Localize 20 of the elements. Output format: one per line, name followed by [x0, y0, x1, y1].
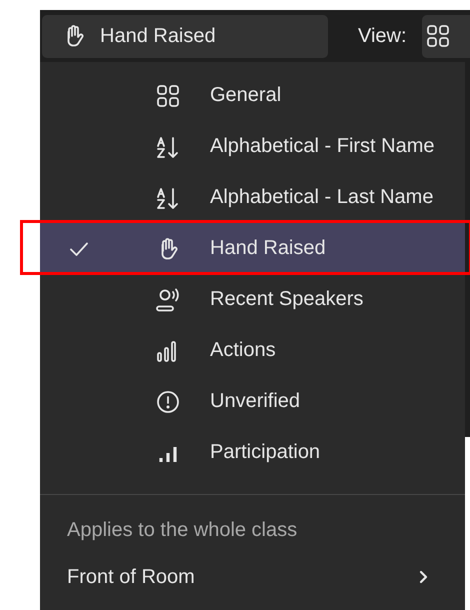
chevron-right-icon: [418, 569, 430, 585]
section-label: Applies to the whole class: [66, 518, 298, 542]
menu-item[interactable]: Hand Raised: [40, 223, 465, 274]
menu-item[interactable]: Actions: [40, 325, 465, 376]
sort-az-icon: [156, 134, 180, 158]
menu-item[interactable]: Recent Speakers: [40, 274, 465, 325]
exclamation-circle-icon: [156, 390, 180, 414]
submenu-item[interactable]: Front of Room: [67, 562, 430, 592]
grid-icon: [156, 84, 180, 108]
menu-item[interactable]: General: [40, 70, 465, 121]
menu-item[interactable]: Unverified: [40, 376, 465, 427]
menu-item[interactable]: Alphabetical - Last Name: [40, 172, 465, 223]
menu-item[interactable]: Participation: [40, 427, 465, 478]
menu-item[interactable]: Alphabetical - First Name: [40, 121, 465, 172]
view-label: View:: [358, 24, 407, 48]
sort-az-icon: [156, 186, 180, 210]
speaker-icon: [156, 288, 180, 312]
view-button[interactable]: [422, 14, 470, 58]
sort-button[interactable]: Hand Raised: [42, 14, 328, 58]
grid-icon: [426, 24, 450, 48]
